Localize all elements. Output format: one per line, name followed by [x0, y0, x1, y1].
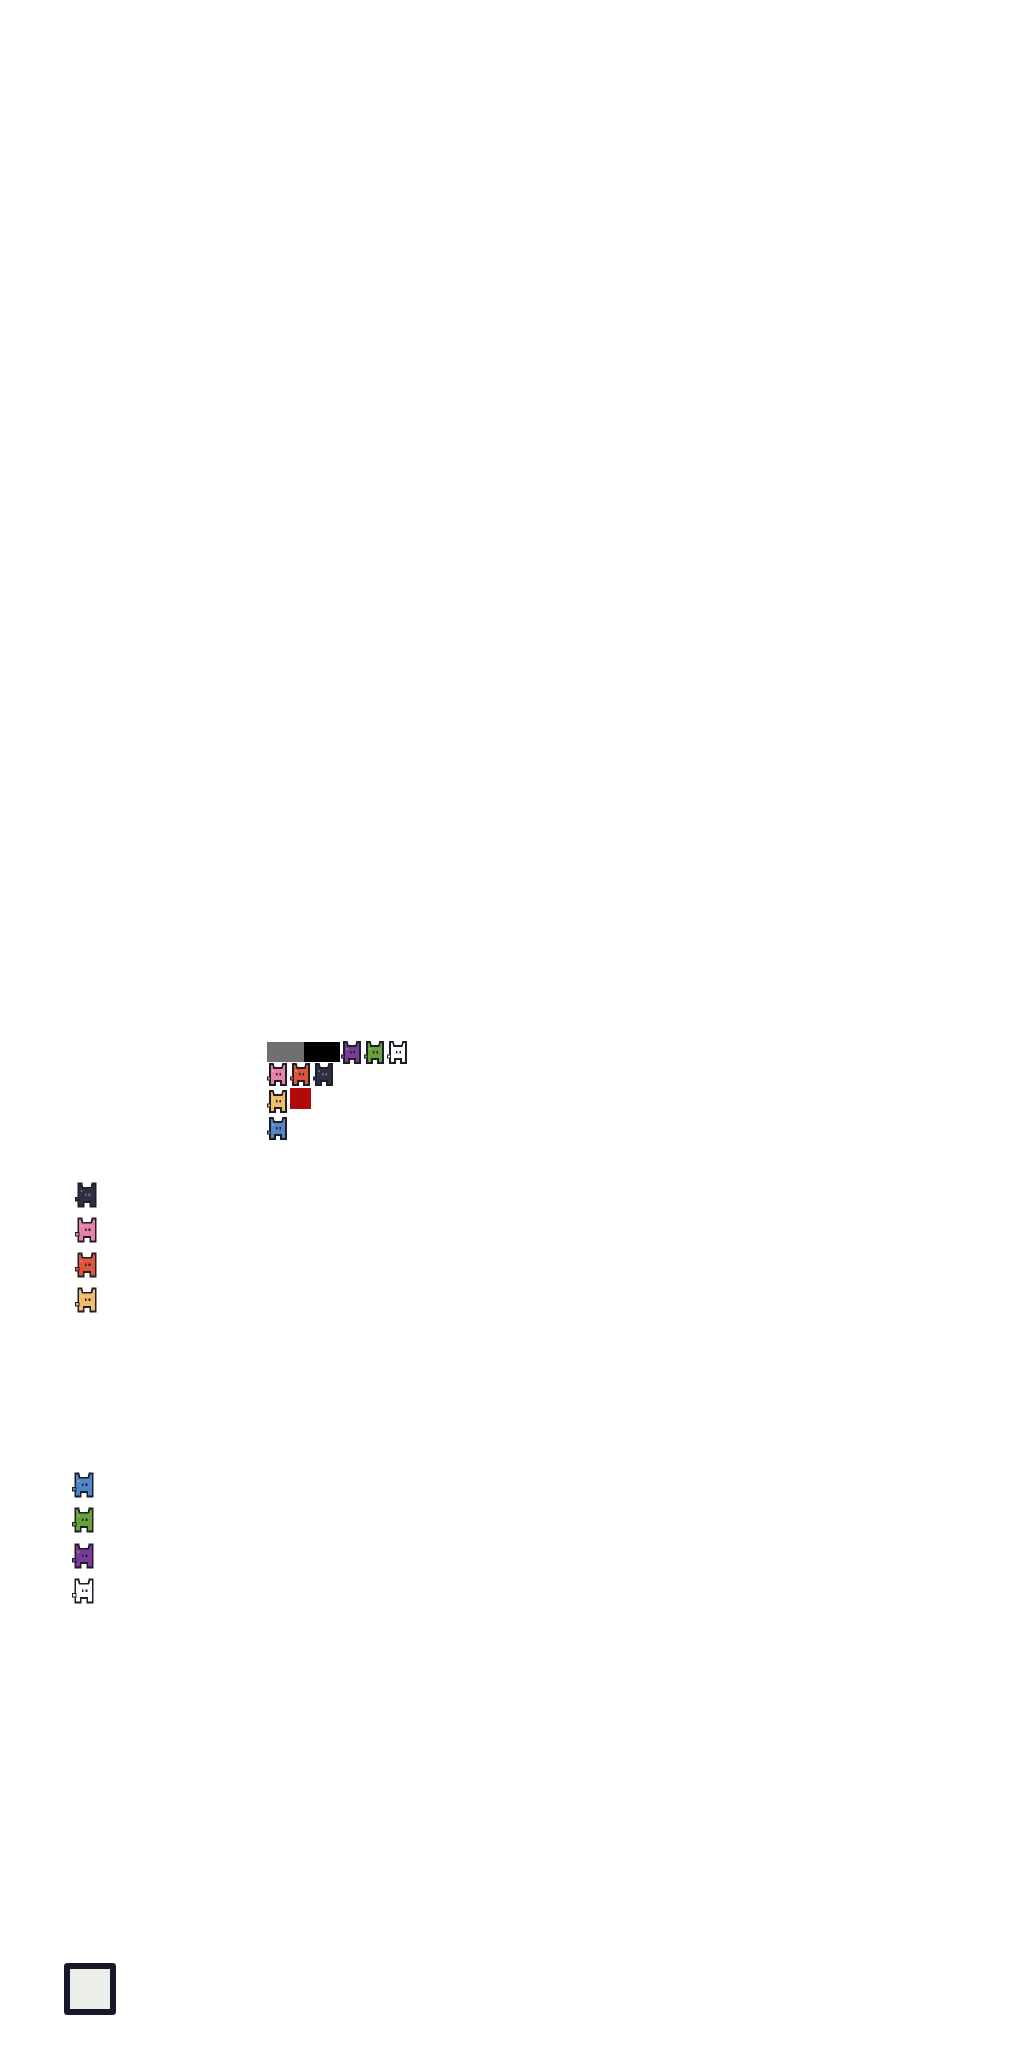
- navy-creature-icon: [313, 1063, 335, 1087]
- black-swatch: [304, 1042, 340, 1062]
- red-swatch: [290, 1088, 311, 1109]
- pink-creature-icon: [75, 1214, 99, 1247]
- blue-creature-icon: [72, 1469, 96, 1502]
- pink-creature-icon: [267, 1063, 289, 1087]
- white-creature-icon: [387, 1041, 409, 1065]
- white-creature-icon: [72, 1575, 96, 1608]
- green-creature-icon: [72, 1504, 96, 1537]
- yellow-creature-icon: [75, 1284, 99, 1317]
- green-creature-icon: [364, 1041, 386, 1065]
- orange-creature-icon: [75, 1249, 99, 1282]
- grey-swatch: [267, 1042, 304, 1062]
- purple-creature-icon: [72, 1540, 96, 1573]
- navy-creature-icon: [75, 1179, 99, 1212]
- yellow-creature-icon: [267, 1090, 289, 1114]
- blue-creature-icon: [267, 1117, 289, 1141]
- purple-creature-icon: [341, 1041, 363, 1065]
- square-frame-button[interactable]: [64, 1963, 116, 2015]
- orange-creature-icon: [290, 1063, 312, 1087]
